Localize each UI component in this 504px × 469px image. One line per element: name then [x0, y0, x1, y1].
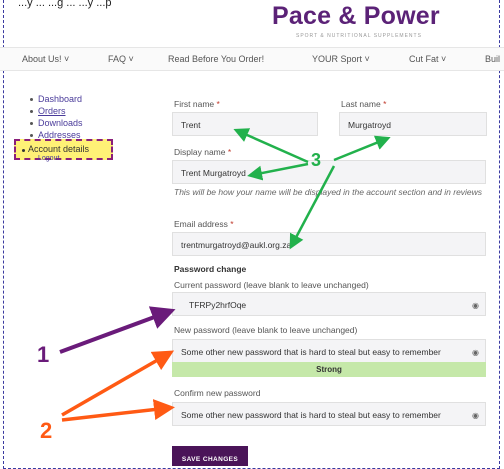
- annotation-arrows: [59, 128, 391, 422]
- arrow-three-last: [333, 135, 391, 162]
- arrow-two-lower: [61, 399, 175, 422]
- arrow-three-display: [247, 162, 309, 181]
- annotation-number-1: 1: [37, 342, 50, 367]
- arrow-two-upper: [61, 350, 175, 417]
- arrow-three-email: [289, 165, 336, 250]
- arrow-one: [59, 306, 176, 354]
- annotation-number-3: 3: [311, 150, 322, 170]
- annotation-number-2: 2: [40, 418, 53, 443]
- arrow-three-first: [233, 128, 309, 164]
